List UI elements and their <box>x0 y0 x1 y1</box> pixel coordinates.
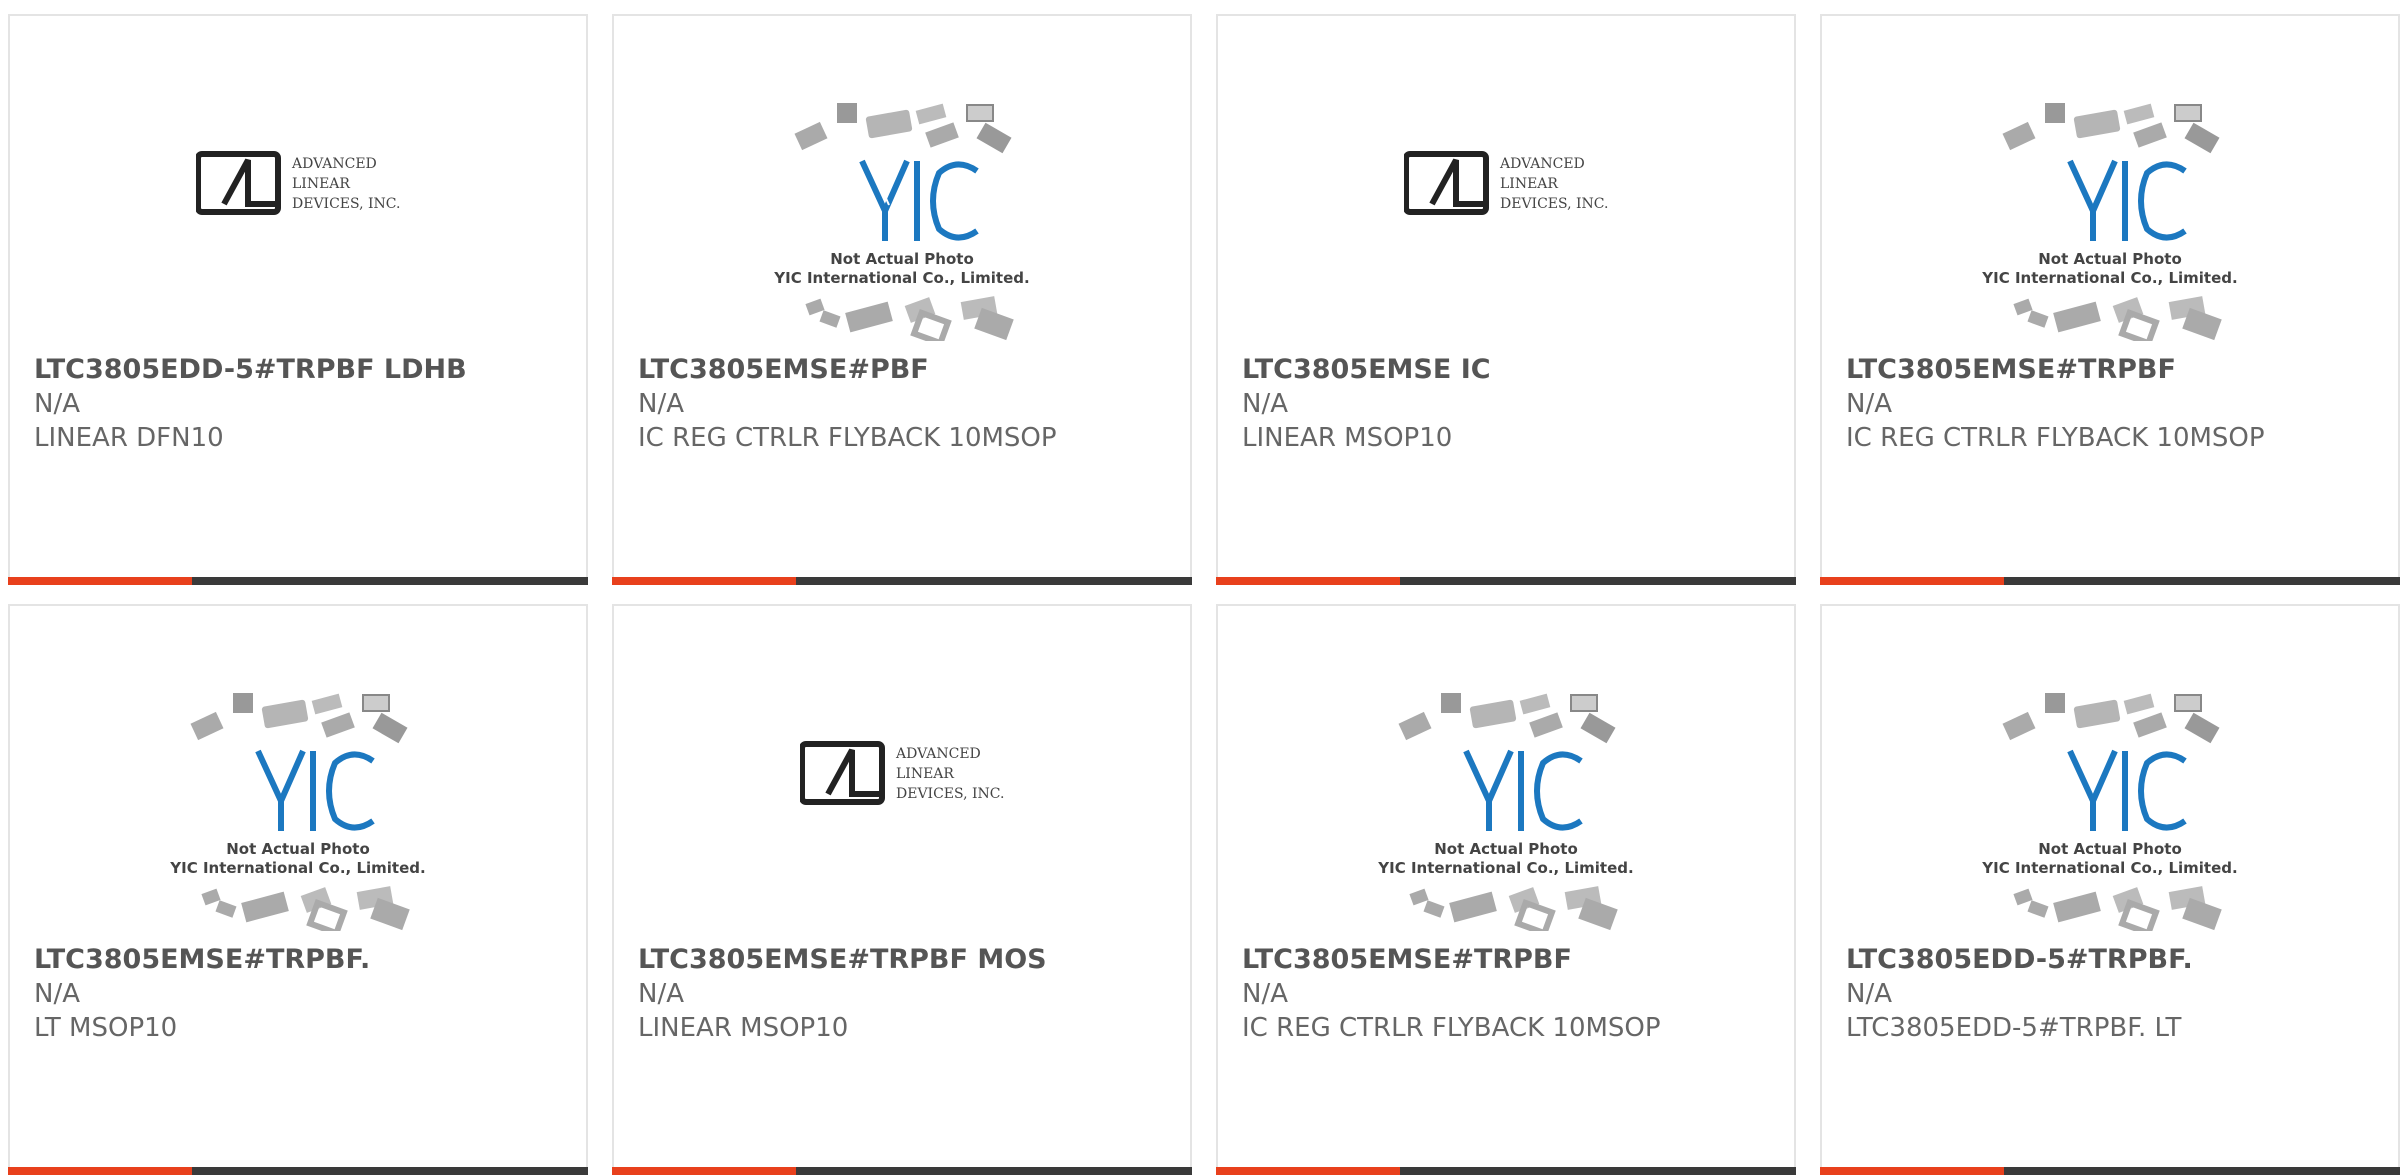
card-footer-bar <box>1216 577 1796 585</box>
product-title[interactable]: LTC3805EMSE#TRPBF MOS <box>638 944 1047 975</box>
card-footer-bar <box>1820 1167 2400 1175</box>
yic-placeholder-icon: Not Actual Photo YIC International Co., … <box>773 103 1030 341</box>
product-description: LINEAR MSOP10 <box>1242 423 1453 453</box>
svg-text:YIC International Co., Limited: YIC International Co., Limited. <box>1981 269 2237 287</box>
svg-text:Not Actual Photo: Not Actual Photo <box>2038 250 2182 268</box>
product-stock: N/A <box>638 389 684 419</box>
card-accent-bar <box>8 577 192 585</box>
product-image[interactable]: ADVANCED LINEAR DEVICES, INC. <box>614 606 1190 946</box>
svg-text:LINEAR: LINEAR <box>896 766 954 782</box>
adi-logo-icon: ADVANCED LINEAR DEVICES, INC. <box>1404 151 1608 215</box>
product-image[interactable]: ADVANCED LINEAR DEVICES, INC. <box>1218 16 1794 356</box>
svg-text:YIC International Co., Limited: YIC International Co., Limited. <box>1981 859 2237 877</box>
card-accent-bar <box>8 1167 192 1175</box>
svg-text:YIC International Co., Limited: YIC International Co., Limited. <box>773 269 1029 287</box>
svg-text:LINEAR: LINEAR <box>1500 176 1558 192</box>
product-image[interactable]: ADVANCED LINEAR DEVICES, INC. <box>10 16 586 356</box>
svg-text:YIC International Co., Limited: YIC International Co., Limited. <box>1377 859 1633 877</box>
product-card[interactable]: ADVANCED LINEAR DEVICES, INC. LTC3805EMS… <box>612 604 1192 1175</box>
product-description: LTC3805EDD-5#TRPBF. LT <box>1846 1013 2182 1043</box>
svg-text:DEVICES, INC.: DEVICES, INC. <box>896 786 1004 802</box>
card-accent-bar <box>1820 577 2004 585</box>
adi-logo-icon: ADVANCED LINEAR DEVICES, INC. <box>196 151 400 215</box>
svg-text:Not Actual Photo: Not Actual Photo <box>1434 840 1578 858</box>
svg-text:Not Actual Photo: Not Actual Photo <box>830 250 974 268</box>
svg-text:Not Actual Photo: Not Actual Photo <box>226 840 370 858</box>
product-stock: N/A <box>1846 389 1892 419</box>
product-stock: N/A <box>1242 979 1288 1009</box>
card-footer-bar <box>1216 1167 1796 1175</box>
yic-placeholder-icon: Not Actual Photo YIC International Co., … <box>1981 693 2238 931</box>
card-accent-bar <box>1216 577 1400 585</box>
svg-text:ADVANCED: ADVANCED <box>895 746 981 762</box>
yic-placeholder-icon: Not Actual Photo YIC International Co., … <box>1981 103 2238 341</box>
product-card[interactable]: Not Actual Photo YIC International Co., … <box>612 14 1192 585</box>
product-card[interactable]: Not Actual Photo YIC International Co., … <box>8 604 588 1175</box>
svg-text:ADVANCED: ADVANCED <box>291 156 377 172</box>
svg-text:ADVANCED: ADVANCED <box>1499 156 1585 172</box>
product-title[interactable]: LTC3805EMSE#TRPBF. <box>34 944 370 975</box>
product-card[interactable]: ADVANCED LINEAR DEVICES, INC. LTC3805EMS… <box>1216 14 1796 585</box>
svg-text:YIC International Co., Limited: YIC International Co., Limited. <box>169 859 425 877</box>
svg-text:DEVICES, INC.: DEVICES, INC. <box>1500 196 1608 212</box>
product-description: LINEAR DFN10 <box>34 423 224 453</box>
product-description: IC REG CTRLR FLYBACK 10MSOP <box>1846 423 2265 453</box>
product-title[interactable]: LTC3805EMSE#TRPBF <box>1242 944 1572 975</box>
product-image[interactable]: Not Actual Photo YIC International Co., … <box>614 16 1190 356</box>
product-image[interactable]: Not Actual Photo YIC International Co., … <box>1218 606 1794 946</box>
product-card[interactable]: Not Actual Photo YIC International Co., … <box>1820 14 2400 585</box>
card-footer-bar <box>8 577 588 585</box>
product-description: IC REG CTRLR FLYBACK 10MSOP <box>638 423 1057 453</box>
product-stock: N/A <box>1242 389 1288 419</box>
product-description: LINEAR MSOP10 <box>638 1013 849 1043</box>
card-footer-bar <box>612 1167 1192 1175</box>
product-stock: N/A <box>638 979 684 1009</box>
adi-logo-icon: ADVANCED LINEAR DEVICES, INC. <box>800 741 1004 805</box>
product-title[interactable]: LTC3805EMSE IC <box>1242 354 1491 385</box>
product-stock: N/A <box>34 979 80 1009</box>
yic-placeholder-icon: Not Actual Photo YIC International Co., … <box>169 693 426 931</box>
svg-text:LINEAR: LINEAR <box>292 176 350 192</box>
product-image[interactable]: Not Actual Photo YIC International Co., … <box>1822 606 2398 946</box>
card-accent-bar <box>1820 1167 2004 1175</box>
product-description: LT MSOP10 <box>34 1013 178 1043</box>
product-image[interactable]: Not Actual Photo YIC International Co., … <box>1822 16 2398 356</box>
product-grid: ADVANCED LINEAR DEVICES, INC. LTC3805EDD… <box>0 0 2404 1175</box>
product-title[interactable]: LTC3805EDD-5#TRPBF. <box>1846 944 2193 975</box>
product-title[interactable]: LTC3805EMSE#PBF <box>638 354 929 385</box>
product-title[interactable]: LTC3805EDD-5#TRPBF LDHB <box>34 354 467 385</box>
product-card[interactable]: Not Actual Photo YIC International Co., … <box>1216 604 1796 1175</box>
product-card[interactable]: ADVANCED LINEAR DEVICES, INC. LTC3805EDD… <box>8 14 588 585</box>
product-title[interactable]: LTC3805EMSE#TRPBF <box>1846 354 2176 385</box>
card-accent-bar <box>612 1167 796 1175</box>
card-accent-bar <box>1216 1167 1400 1175</box>
card-footer-bar <box>1820 577 2400 585</box>
product-description: IC REG CTRLR FLYBACK 10MSOP <box>1242 1013 1661 1043</box>
card-footer-bar <box>612 577 1192 585</box>
product-stock: N/A <box>34 389 80 419</box>
card-footer-bar <box>8 1167 588 1175</box>
product-stock: N/A <box>1846 979 1892 1009</box>
card-accent-bar <box>612 577 796 585</box>
product-card[interactable]: Not Actual Photo YIC International Co., … <box>1820 604 2400 1175</box>
svg-text:DEVICES, INC.: DEVICES, INC. <box>292 196 400 212</box>
svg-text:Not Actual Photo: Not Actual Photo <box>2038 840 2182 858</box>
product-image[interactable]: Not Actual Photo YIC International Co., … <box>10 606 586 946</box>
yic-placeholder-icon: Not Actual Photo YIC International Co., … <box>1377 693 1634 931</box>
